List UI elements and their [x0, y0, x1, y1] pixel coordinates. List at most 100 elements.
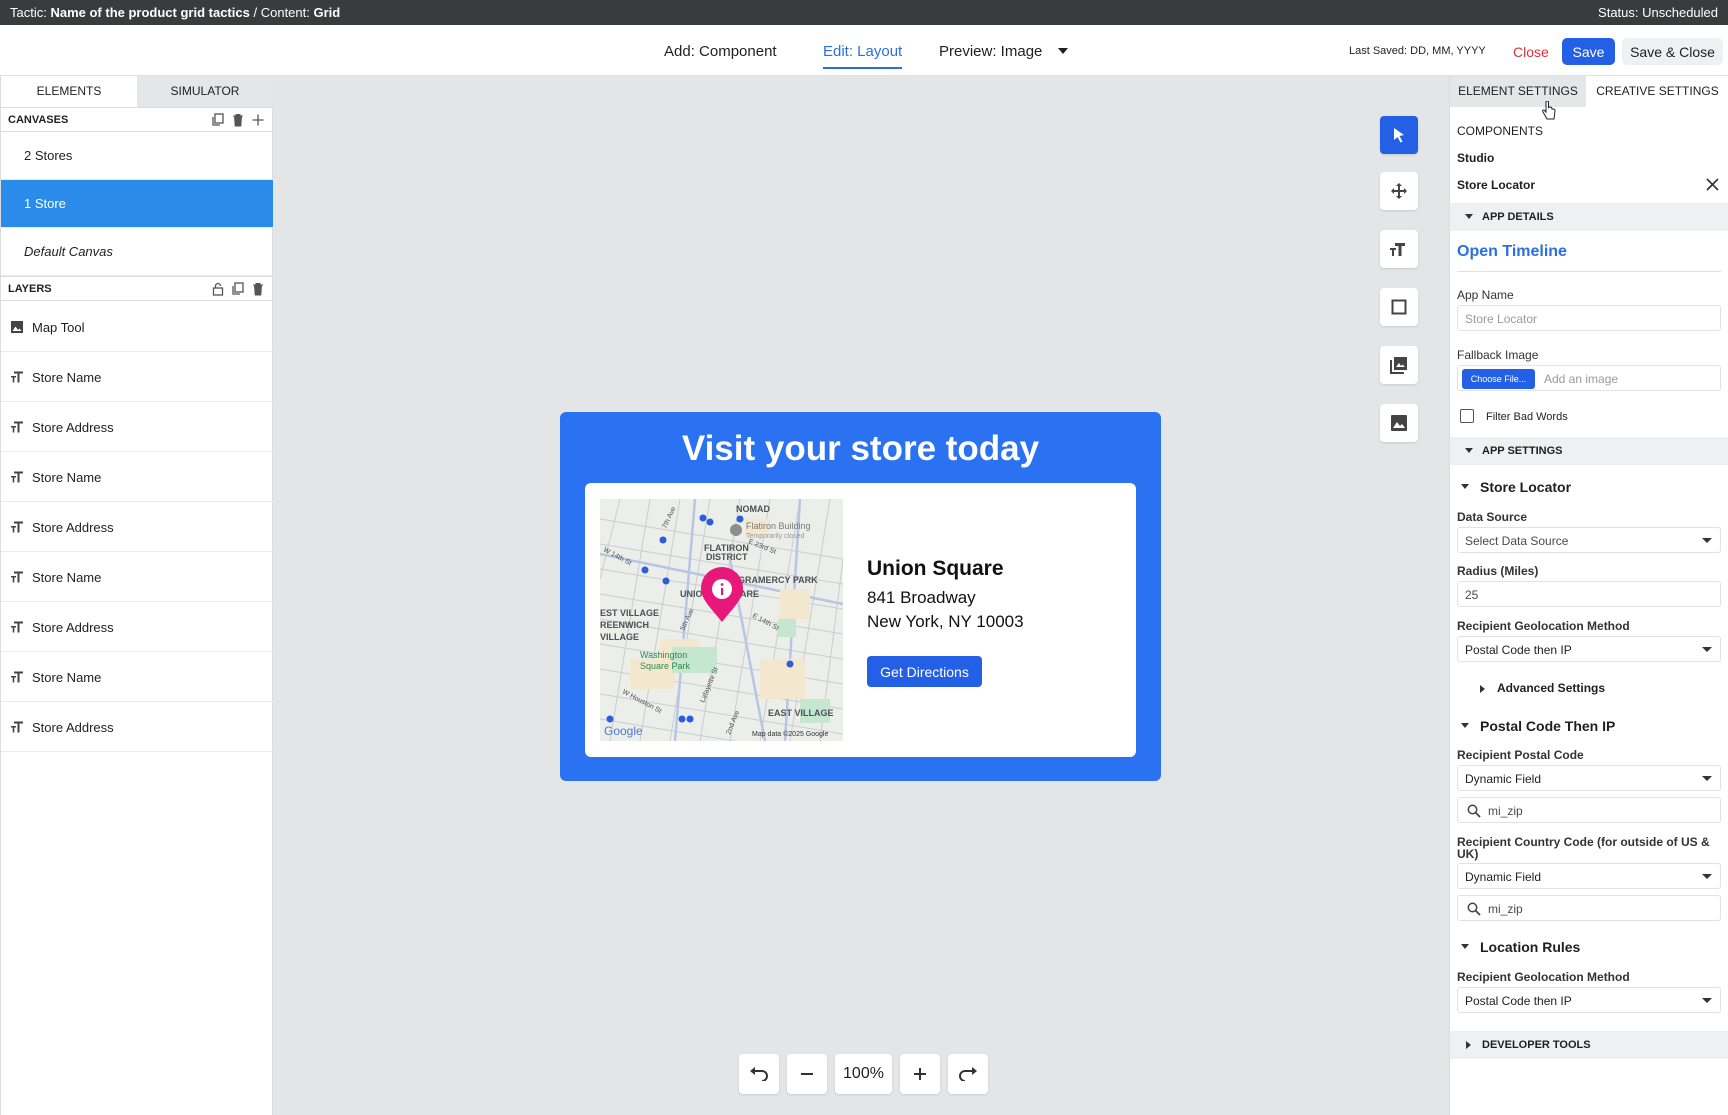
shape-tool-button[interactable] — [1380, 288, 1418, 326]
layer-item[interactable]: Store Name — [1, 652, 273, 702]
save-button[interactable]: Save — [1562, 38, 1615, 65]
components-label: COMPONENTS — [1457, 124, 1544, 138]
fallback-image-field[interactable]: Choose File... Add an image — [1457, 365, 1721, 391]
text-icon — [10, 570, 24, 584]
add-component-tab[interactable]: Add: Component — [664, 43, 777, 60]
pan-tool-button[interactable] — [1380, 172, 1418, 210]
edit-layout-tab[interactable]: Edit: Layout — [823, 43, 903, 69]
postal-code-select[interactable]: Dynamic Field — [1457, 765, 1721, 791]
layer-label: Store Name — [32, 570, 102, 585]
country-code-search-input[interactable]: mi_zip — [1457, 895, 1721, 921]
app-name-input[interactable]: Store Locator — [1457, 305, 1721, 331]
duplicate-icon[interactable] — [211, 113, 225, 127]
gallery-tool-button[interactable] — [1380, 346, 1418, 384]
layer-item[interactable]: Store Name — [1, 452, 273, 502]
geolocation-method-select[interactable]: Postal Code then IP — [1457, 636, 1721, 662]
location-rules-subsection[interactable]: Location Rules — [1461, 939, 1581, 955]
map-label: DISTRICT — [706, 552, 748, 562]
layer-item[interactable]: Store Name — [1, 552, 273, 602]
canvases-title: CANVASES — [8, 114, 69, 126]
zoom-out-button[interactable] — [787, 1054, 827, 1094]
choose-file-button[interactable]: Choose File... — [1462, 369, 1535, 389]
geolocation-method-label: Recipient Geolocation Method — [1457, 619, 1630, 633]
layer-item[interactable]: Store Address — [1, 602, 273, 652]
layer-item[interactable]: Store Name — [1, 352, 273, 402]
open-timeline-link[interactable]: Open Timeline — [1457, 243, 1567, 261]
get-directions-button[interactable]: Get Directions — [867, 656, 982, 687]
image-tool-button[interactable] — [1380, 404, 1418, 442]
app-details-section[interactable]: APP DETAILS — [1450, 203, 1728, 231]
postal-code-search-input[interactable]: mi_zip — [1457, 797, 1721, 823]
breadcrumb-studio[interactable]: Studio — [1457, 151, 1494, 165]
chevron-down-icon — [1702, 874, 1712, 879]
canvas-item-default[interactable]: Default Canvas — [1, 228, 273, 276]
layer-item[interactable]: Store Address — [1, 402, 273, 452]
square-icon — [1391, 299, 1407, 315]
subsection-title: Store Locator — [1480, 479, 1572, 495]
tab-simulator[interactable]: SIMULATOR — [137, 76, 273, 107]
text-icon — [10, 670, 24, 684]
data-source-select[interactable]: Select Data Source — [1457, 527, 1721, 553]
store-name[interactable]: Union Square — [867, 557, 1004, 581]
layer-item[interactable]: Store Address — [1, 702, 273, 752]
radius-label: Radius (Miles) — [1457, 564, 1539, 578]
section-title: APP DETAILS — [1482, 211, 1554, 223]
trash-icon[interactable] — [231, 113, 245, 127]
preview-dropdown-icon[interactable] — [1058, 48, 1068, 54]
move-icon — [1390, 182, 1408, 200]
store-card[interactable]: NOMAD Flatiron Building Temporarily clos… — [585, 483, 1136, 757]
close-icon[interactable] — [1706, 178, 1719, 191]
lock-icon[interactable] — [211, 282, 225, 296]
text-icon — [10, 520, 24, 534]
map-tool[interactable]: NOMAD Flatiron Building Temporarily clos… — [600, 499, 843, 741]
country-code-select[interactable]: Dynamic Field — [1457, 863, 1721, 889]
filter-bad-words-checkbox[interactable] — [1460, 409, 1474, 423]
section-title: DEVELOPER TOOLS — [1482, 1039, 1591, 1051]
search-icon — [1467, 902, 1481, 916]
trash-icon[interactable] — [251, 282, 265, 296]
postal-code-subsection[interactable]: Postal Code Then IP — [1461, 718, 1615, 734]
select-tool-button[interactable] — [1380, 116, 1418, 154]
tab-elements[interactable]: ELEMENTS — [1, 76, 137, 107]
geolocation-method-2-select[interactable]: Postal Code then IP — [1457, 987, 1721, 1013]
layer-label: Store Address — [32, 620, 114, 635]
store-address-line1[interactable]: 841 Broadway — [867, 588, 976, 608]
developer-tools-section[interactable]: DEVELOPER TOOLS — [1450, 1031, 1728, 1059]
layer-item[interactable]: Map Tool — [1, 302, 273, 352]
tab-element-settings[interactable]: ELEMENT SETTINGS — [1450, 76, 1586, 107]
canvas-label: Default Canvas — [24, 244, 113, 259]
text-icon — [10, 420, 24, 434]
duplicate-icon[interactable] — [231, 282, 245, 296]
postal-code-label: Recipient Postal Code — [1457, 748, 1584, 762]
save-and-close-button[interactable]: Save & Close — [1622, 38, 1723, 65]
canvas-item-2-stores[interactable]: 2 Stores — [1, 132, 273, 180]
chevron-down-icon — [1702, 776, 1712, 781]
app-settings-section[interactable]: APP SETTINGS — [1450, 437, 1728, 465]
zoom-level[interactable]: 100% — [835, 1054, 892, 1094]
minus-icon — [800, 1067, 814, 1081]
map-label: Washington — [640, 650, 687, 660]
advanced-settings-toggle[interactable]: Advanced Settings — [1480, 681, 1605, 695]
layer-label: Map Tool — [32, 320, 85, 335]
map-attribution: Map data ©2025 Google — [752, 730, 828, 738]
canvas-item-1-store[interactable]: 1 Store — [1, 180, 273, 228]
subsection-title: Location Rules — [1480, 939, 1581, 955]
photo-library-icon — [1390, 356, 1408, 374]
preview-image-tab[interactable]: Preview: Image — [939, 43, 1042, 60]
store-address-line2[interactable]: New York, NY 10003 — [867, 612, 1024, 632]
text-tool-button[interactable] — [1380, 230, 1418, 268]
creative-canvas[interactable]: Visit your store today NOMAD Flatiron Bu… — [560, 412, 1161, 781]
redo-button[interactable] — [948, 1054, 988, 1094]
undo-button[interactable] — [739, 1054, 779, 1094]
zoom-in-button[interactable] — [900, 1054, 940, 1094]
add-icon[interactable] — [251, 113, 265, 127]
radius-input[interactable]: 25 — [1457, 581, 1721, 607]
close-button[interactable]: Close — [1513, 44, 1549, 60]
app-name-placeholder: Store Locator — [1465, 312, 1538, 326]
store-locator-subsection[interactable]: Store Locator — [1461, 479, 1572, 495]
layer-item[interactable]: Store Address — [1, 502, 273, 552]
last-saved-text: Last Saved: DD, MM, YYYY — [1349, 45, 1486, 57]
tab-creative-settings[interactable]: CREATIVE SETTINGS — [1586, 76, 1728, 107]
creative-title[interactable]: Visit your store today — [560, 429, 1161, 469]
redo-icon — [958, 1067, 978, 1081]
